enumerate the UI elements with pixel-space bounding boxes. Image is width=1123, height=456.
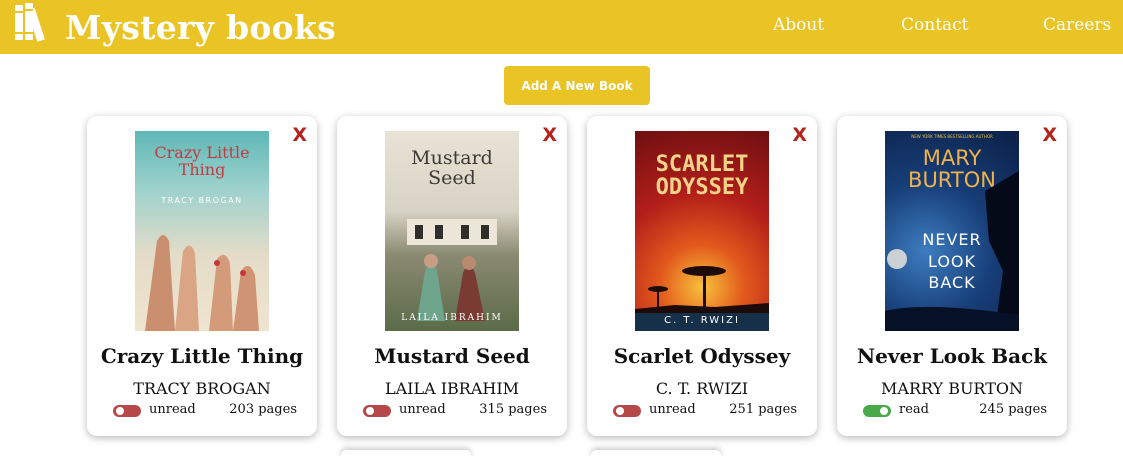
toggle-knob bbox=[116, 407, 124, 415]
page-count: 245 pages bbox=[979, 402, 1047, 417]
book-title: Mustard Seed bbox=[374, 344, 530, 368]
book-cover: Crazy Little Thing TRACY BROGAN bbox=[135, 131, 269, 331]
site-header: Mystery books About Contact Careers bbox=[0, 0, 1123, 54]
book-cover: Mustard Seed LAILA IBRAHIM bbox=[385, 131, 519, 331]
read-status-label: unread bbox=[649, 402, 696, 417]
book-author: LAILA IBRAHIM bbox=[384, 379, 520, 398]
nav-about-link[interactable]: About bbox=[773, 15, 824, 35]
book-cover: NEW YORK TIMES BESTSELLING AUTHOR MARY B… bbox=[885, 131, 1019, 331]
toggle-knob bbox=[366, 407, 374, 415]
read-status-toggle[interactable] bbox=[113, 405, 141, 417]
book-cover: SCARLET ODYSSEY C. T. RWIZI bbox=[635, 131, 769, 331]
cover-title: Crazy Little Thing bbox=[154, 143, 250, 179]
read-status-label: unread bbox=[399, 402, 446, 417]
book-card: X Mustard Seed LAILA IBRAHIM Mustard See… bbox=[337, 116, 567, 436]
book-title: Never Look Back bbox=[856, 344, 1048, 368]
book-title: Crazy Little Thing bbox=[100, 344, 304, 368]
delete-book-button[interactable]: X bbox=[792, 124, 807, 146]
read-status-label: read bbox=[899, 402, 929, 417]
book-card: X Crazy Little Thing TRACY BROGAN Crazy … bbox=[87, 116, 317, 436]
read-status-toggle[interactable] bbox=[363, 405, 391, 417]
site-title: Mystery books bbox=[65, 8, 337, 47]
books-icon bbox=[15, 3, 45, 42]
book-author: MARRY BURTON bbox=[881, 379, 1023, 398]
page-count: 315 pages bbox=[479, 402, 547, 417]
book-card: X NEW YORK TIMES BESTSELLING AUTHOR MARY… bbox=[837, 116, 1067, 436]
book-card-partial bbox=[591, 450, 721, 456]
book-author: C. T. RWIZI bbox=[655, 379, 749, 398]
read-status-toggle[interactable] bbox=[863, 405, 891, 417]
delete-book-button[interactable]: X bbox=[542, 124, 557, 146]
book-card: X SCARLET ODYSSEY C. T. RWIZI Scarlet Od… bbox=[587, 116, 817, 436]
add-book-button[interactable]: Add A New Book bbox=[504, 66, 650, 105]
cover-title: Mustard Seed bbox=[411, 147, 493, 189]
nav-careers-link[interactable]: Careers bbox=[1043, 15, 1111, 35]
toggle-knob bbox=[880, 407, 888, 415]
nav-contact-link[interactable]: Contact bbox=[901, 15, 969, 35]
cover-author: LAILA IBRAHIM bbox=[401, 313, 503, 323]
book-card-partial bbox=[341, 450, 471, 456]
book-title: Scarlet Odyssey bbox=[613, 344, 791, 368]
page-count: 251 pages bbox=[729, 402, 797, 417]
cover-author: TRACY BROGAN bbox=[161, 196, 243, 205]
cover-author: C. T. RWIZI bbox=[664, 315, 740, 326]
page-count: 203 pages bbox=[229, 402, 297, 417]
toggle-knob bbox=[616, 407, 624, 415]
cover-title: SCARLET ODYSSEY bbox=[655, 152, 749, 201]
read-status-toggle[interactable] bbox=[613, 405, 641, 417]
delete-book-button[interactable]: X bbox=[1042, 124, 1057, 146]
delete-book-button[interactable]: X bbox=[292, 124, 307, 146]
book-author: TRACY BROGAN bbox=[133, 379, 271, 398]
read-status-label: unread bbox=[149, 402, 196, 417]
